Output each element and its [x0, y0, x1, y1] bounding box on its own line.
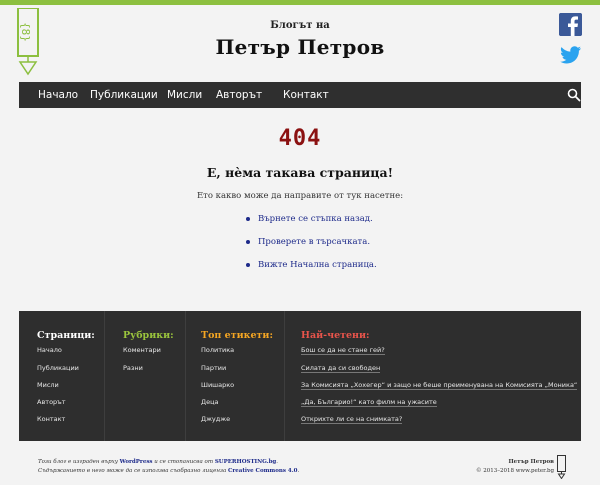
site-footer: Страници: Начало Публикации Мисли Авторъ… — [19, 311, 581, 441]
search-suggestion-link[interactable]: Проверете в търсачката. — [258, 237, 370, 247]
nav-item-contact[interactable]: Контакт — [283, 82, 329, 108]
nav-item-home[interactable]: Начало — [38, 82, 78, 108]
credits-line-2: Съдържанието в него може да се използва … — [38, 467, 299, 476]
footer-tag-link[interactable]: Деца — [201, 398, 219, 406]
credits-line-1: Този блог е изграден върху WordPress и с… — [38, 458, 299, 467]
error-code: 404 — [278, 126, 322, 151]
footer-page-link[interactable]: Публикации — [37, 364, 79, 372]
footer-page-link[interactable]: Авторът — [37, 398, 66, 406]
credits-text-part: Този блог е изграден върху — [38, 459, 120, 465]
error-title: Е, нѐма такава страница! — [206, 165, 394, 180]
bullet-icon — [246, 217, 250, 221]
footer-categories-heading: Рубрики: — [123, 330, 174, 341]
credits-text-part: . — [297, 468, 300, 474]
footer-tag-link[interactable]: Политика — [201, 346, 234, 354]
copyright-block: Петър Петров © 2013–2018 www.peter.bg — [476, 458, 554, 476]
copyright-text: © 2013–2018 www.peter.bg — [475, 468, 554, 474]
footer-popular-column: Най-четени: Бош се да не стане гей? Сила… — [285, 311, 581, 441]
blog-header: Блогът на Петър Петров — [0, 20, 600, 59]
footer-tag-link[interactable]: Партии — [201, 364, 226, 372]
wordpress-link[interactable]: WordPress — [120, 459, 153, 465]
nav-item-thoughts[interactable]: Мисли — [167, 82, 202, 108]
footer-logo-icon — [557, 455, 566, 479]
creative-commons-link[interactable]: Creative Commons 4.0 — [228, 468, 298, 474]
footer-popular-link[interactable]: Силата да си свободен — [301, 364, 381, 373]
bullet-icon — [246, 240, 250, 244]
nav-item-posts[interactable]: Публикации — [90, 82, 158, 108]
list-item: Вижте Начална страница. — [244, 260, 377, 283]
footer-page-link[interactable]: Начало — [37, 346, 62, 354]
footer-tag-link[interactable]: Шишарко — [201, 381, 234, 389]
credits-text-part: и се стопанисва от — [152, 459, 215, 465]
home-page-link[interactable]: Вижте Начална страница. — [258, 260, 377, 270]
error-description: Ето какво може да направите от тук насет… — [196, 191, 404, 201]
list-item: Проверете в търсачката. — [244, 237, 377, 260]
go-back-link[interactable]: Върнете се стъпка назад. — [258, 214, 373, 224]
nav-item-author[interactable]: Авторът — [216, 82, 262, 108]
footer-tag-link[interactable]: Джудже — [201, 415, 230, 423]
blog-pre-title: Блогът на — [270, 20, 330, 31]
footer-page-link[interactable]: Контакт — [37, 415, 65, 423]
list-item: Върнете се стъпка назад. — [244, 214, 377, 237]
credits-text: Този блог е изграден върху WordPress и с… — [38, 458, 299, 476]
main-nav: Начало Публикации Мисли Авторът Контакт — [19, 82, 581, 108]
footer-page-link[interactable]: Мисли — [37, 381, 59, 389]
search-icon[interactable] — [567, 88, 581, 102]
bullet-icon — [246, 263, 250, 267]
blog-title[interactable]: Петър Петров — [0, 35, 600, 59]
footer-category-link[interactable]: Разни — [123, 364, 143, 372]
footer-popular-link[interactable]: „Да, Българио!“ като филм на ужасите — [301, 398, 437, 407]
copyright-name: Петър Петров — [508, 459, 554, 465]
footer-popular-link[interactable]: Бош се да не стане гей? — [301, 346, 385, 355]
facebook-icon[interactable] — [559, 13, 582, 36]
footer-popular-link[interactable]: Открихте ли се на снимката? — [301, 415, 403, 424]
footer-popular-link[interactable]: За Комисията „Хохегер“ и защо не беше пр… — [301, 381, 578, 390]
footer-pages-heading: Страници: — [37, 330, 95, 341]
footer-popular-heading: Най-четени: — [301, 330, 370, 341]
superhosting-link[interactable]: SUPERHOSTING.bg — [215, 459, 276, 465]
credits-text-part: Съдържанието в него може да се използва … — [38, 468, 228, 474]
error-suggestions-list: Върнете се стъпка назад. Проверете в тър… — [244, 214, 377, 283]
twitter-icon[interactable] — [559, 43, 582, 66]
footer-pages-column: Страници: Начало Публикации Мисли Авторъ… — [19, 311, 105, 441]
footer-tags-heading: Топ етикети: — [201, 330, 273, 341]
footer-category-link[interactable]: Коментари — [123, 346, 161, 354]
top-accent-bar — [0, 0, 600, 5]
footer-tags-column: Топ етикети: Политика Партии Шишарко Дец… — [186, 311, 285, 441]
credits-text-part: . — [276, 459, 279, 465]
footer-categories-column: Рубрики: Коментари Разни — [105, 311, 186, 441]
